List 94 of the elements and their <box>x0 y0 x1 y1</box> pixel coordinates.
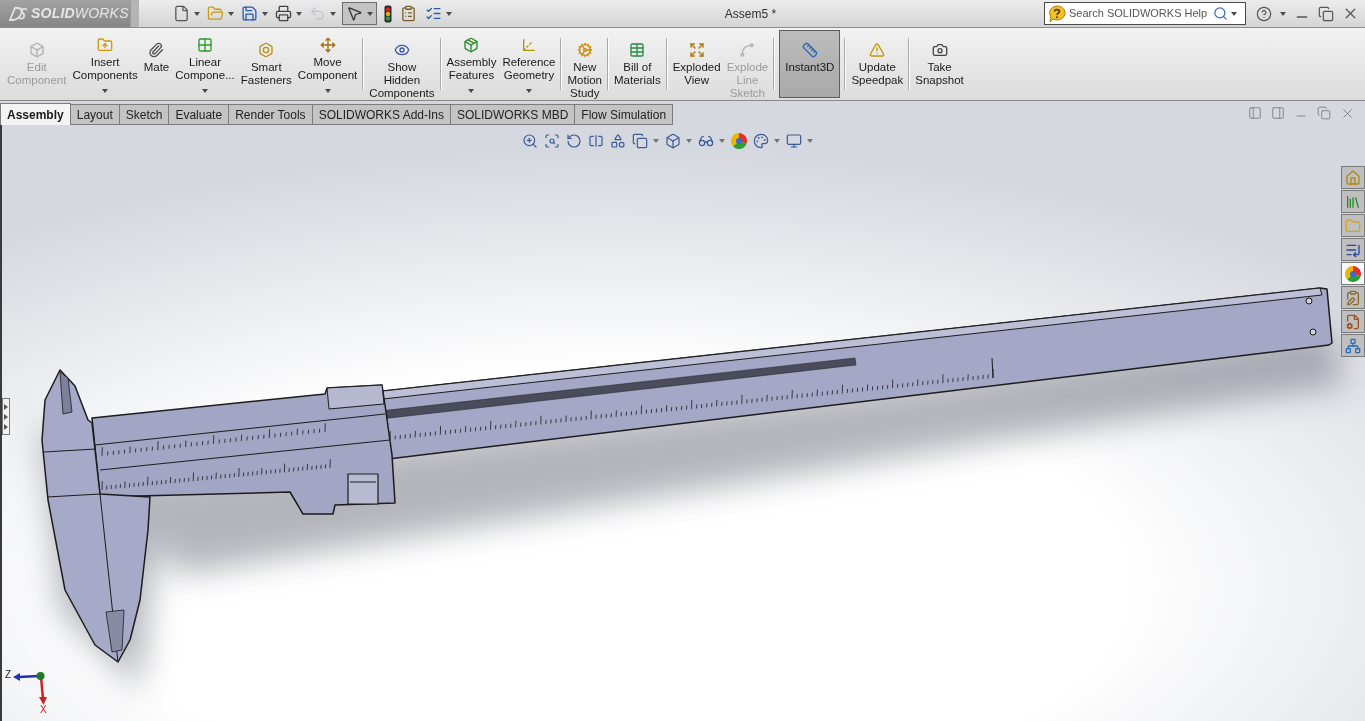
help-icon[interactable] <box>1256 5 1272 22</box>
bolt-icon <box>258 42 275 58</box>
caret-icon[interactable] <box>367 11 373 16</box>
color-ball-icon[interactable] <box>731 133 747 149</box>
expand-icon <box>688 42 705 58</box>
tool-button[interactable] <box>342 2 377 25</box>
network-icon <box>1345 337 1361 354</box>
caret-icon[interactable] <box>102 89 109 93</box>
ribbon-button[interactable]: Update Speedpak <box>848 30 907 98</box>
grip-handle[interactable] <box>130 0 139 27</box>
books-icon <box>1345 193 1361 210</box>
glasses-icon[interactable] <box>698 133 714 149</box>
window-title: Assem5 * <box>724 5 777 23</box>
grid-icon <box>197 37 213 53</box>
tab[interactable]: SOLIDWORKS MBD <box>451 104 576 125</box>
folder-arrow-icon <box>97 37 114 53</box>
caret-icon[interactable] <box>194 11 200 16</box>
house-icon <box>1345 169 1361 186</box>
task-pane-tab[interactable] <box>1341 334 1365 357</box>
tab[interactable]: Assembly <box>0 103 71 125</box>
page-icon[interactable] <box>173 5 190 22</box>
rotate-arrow-icon[interactable] <box>566 133 582 149</box>
clipboard-icon[interactable] <box>400 5 417 22</box>
shapes-icon[interactable] <box>610 133 626 149</box>
package-icon <box>463 37 480 53</box>
box-icon <box>28 42 45 58</box>
caret-icon[interactable] <box>262 11 268 16</box>
eye-icon <box>393 42 410 58</box>
panel-expand-handle[interactable] <box>2 398 10 435</box>
ribbon-button[interactable]: Show Hidden Components <box>366 30 438 98</box>
task-pane-tab[interactable] <box>1341 238 1365 261</box>
caret-icon[interactable] <box>1280 11 1286 16</box>
logo-text: SOLIDWORKS <box>31 4 129 23</box>
warning-icon <box>869 42 886 58</box>
tab[interactable]: Layout <box>70 104 120 125</box>
task-pane-tab[interactable] <box>1341 286 1365 309</box>
ribbon-button[interactable]: Assembly Features <box>443 30 500 98</box>
ribbon-button[interactable]: Take Snapshot <box>912 30 967 98</box>
clipboard-icon <box>1345 289 1361 306</box>
caret-icon[interactable] <box>525 89 532 93</box>
spline-icon <box>739 42 756 58</box>
axis-label: Z <box>5 670 12 680</box>
monitor-icon[interactable] <box>786 133 802 149</box>
task-pane-tab[interactable] <box>1341 310 1365 333</box>
caret-icon[interactable] <box>1231 11 1237 16</box>
tab[interactable]: Evaluate <box>169 104 230 125</box>
stacked-squares-icon[interactable] <box>632 133 648 149</box>
cube-icon[interactable] <box>665 133 681 149</box>
ds-logo-icon <box>8 5 28 22</box>
arrows-icon <box>4 403 8 430</box>
ribbon-button[interactable]: Mate <box>140 30 173 98</box>
table-icon <box>629 42 646 58</box>
caret-icon[interactable] <box>296 11 302 16</box>
save-icon[interactable] <box>241 5 258 22</box>
ribbon-button[interactable]: Smart Fasteners <box>237 30 295 98</box>
caret-icon[interactable] <box>446 11 452 16</box>
printer-icon[interactable] <box>275 5 292 22</box>
folder-icon <box>1345 217 1361 234</box>
ribbon-button[interactable]: Linear Compone... <box>172 30 238 98</box>
caret-icon[interactable] <box>228 11 234 16</box>
tab[interactable]: SOLIDWORKS Add-Ins <box>312 104 451 125</box>
pointer-icon[interactable] <box>346 5 363 22</box>
palette-icon[interactable] <box>753 133 769 149</box>
tab[interactable]: Render Tools <box>229 104 313 125</box>
ribbon-button[interactable]: Insert Components <box>69 30 141 98</box>
ruler-icon <box>801 42 818 58</box>
zoom-in-icon[interactable] <box>522 133 538 149</box>
caret-icon[interactable] <box>468 89 475 93</box>
ribbon-button[interactable]: New Motion Study <box>564 30 605 98</box>
caret-icon[interactable] <box>202 89 208 93</box>
ribbon-button[interactable]: Bill of Materials <box>611 30 664 98</box>
axes-icon <box>520 37 537 53</box>
zoom-area-icon[interactable] <box>544 133 560 149</box>
file-gear-icon <box>1345 313 1361 330</box>
search-input[interactable]: Search SOLIDWORKS Help <box>1069 5 1210 22</box>
help-bubble-icon <box>1048 4 1066 23</box>
tab[interactable]: Flow Simulation <box>575 104 674 125</box>
traffic-light-icon[interactable] <box>384 4 392 23</box>
paperclip-icon <box>148 42 165 58</box>
search-icon[interactable] <box>1213 6 1228 21</box>
ribbon-button[interactable]: Instant3D <box>779 30 841 98</box>
gear-icon <box>576 42 593 58</box>
checklist-icon[interactable] <box>425 5 442 22</box>
ribbon-button[interactable]: Move Component <box>294 30 361 98</box>
camera-icon <box>931 42 948 58</box>
ribbon-button[interactable]: Exploded View <box>669 30 724 98</box>
tab[interactable]: Sketch <box>119 104 170 125</box>
search-box[interactable]: Search SOLIDWORKS Help <box>1044 2 1246 25</box>
restore-icon[interactable] <box>1318 5 1334 22</box>
caret-icon[interactable] <box>324 89 331 93</box>
axis-label: X <box>40 705 47 715</box>
ribbon-button[interactable]: Reference Geometry <box>499 30 559 98</box>
move-icon <box>319 37 336 53</box>
split-square-icon[interactable] <box>588 133 604 149</box>
